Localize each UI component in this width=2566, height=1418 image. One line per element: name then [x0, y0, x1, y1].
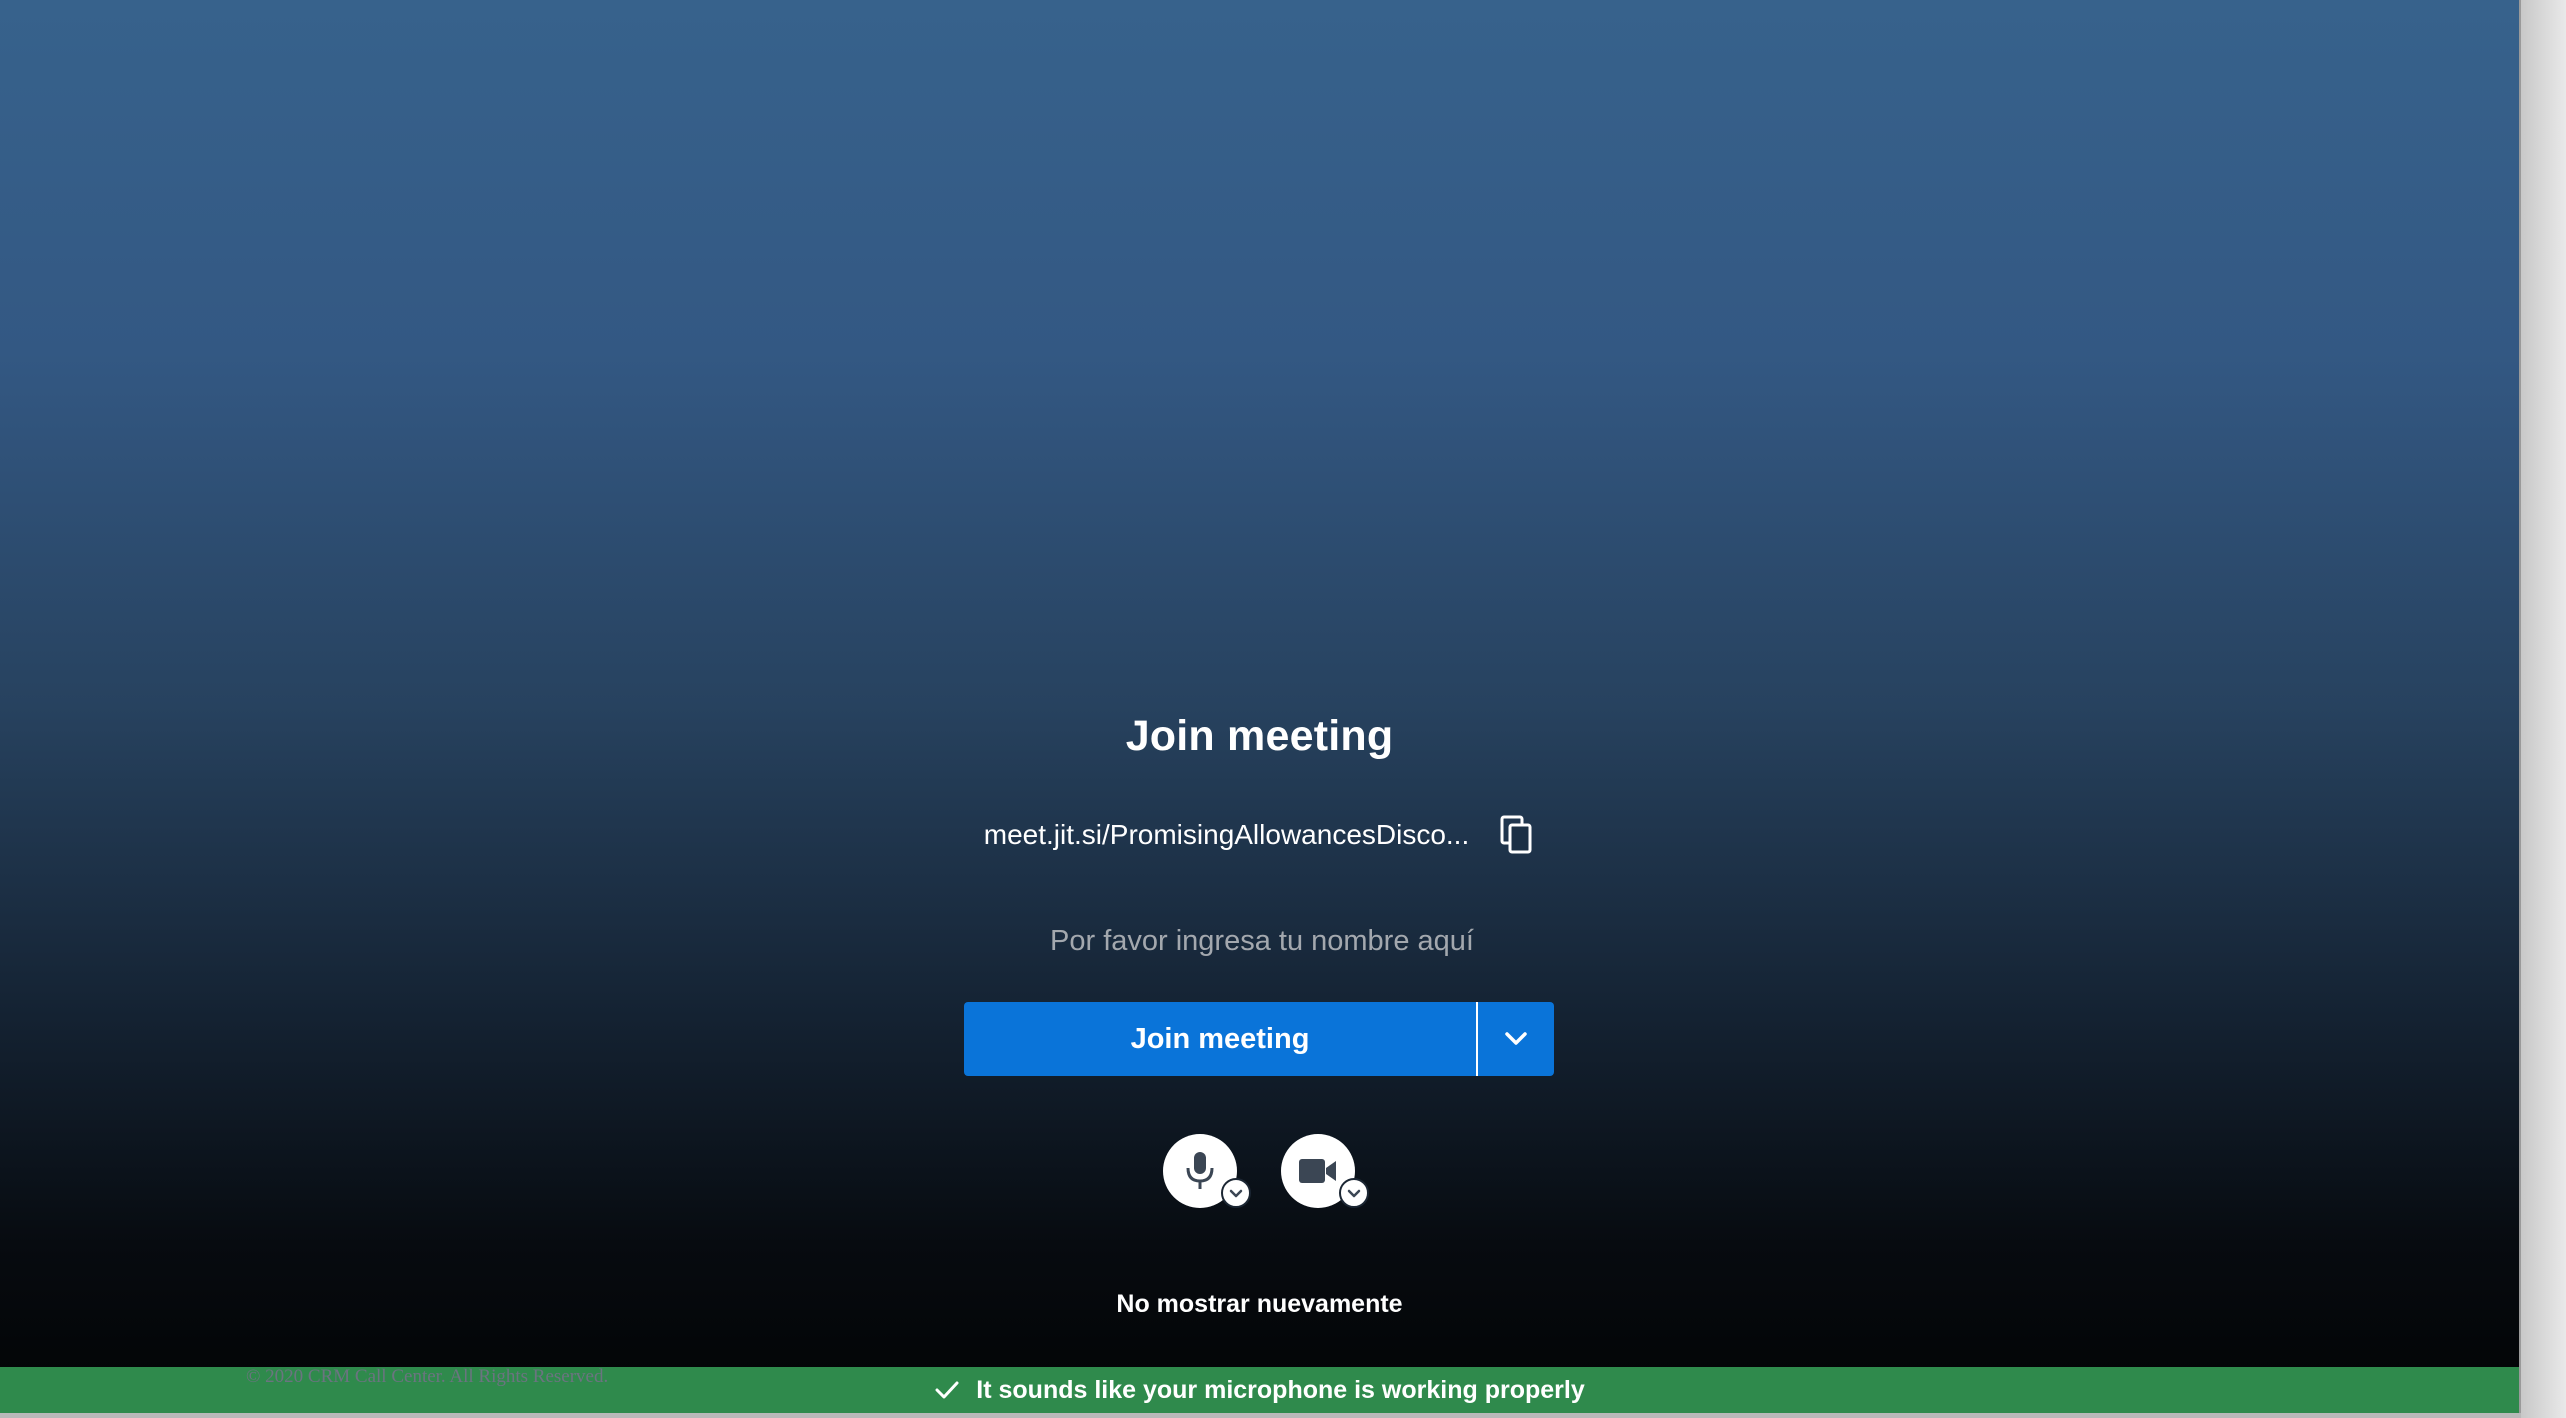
video-camera-icon — [1299, 1159, 1336, 1183]
copy-icon[interactable] — [1499, 815, 1535, 855]
chevron-down-icon — [1229, 1189, 1243, 1197]
prejoin-screen: Join meeting meet.jit.si/PromisingAllowa… — [0, 0, 2521, 1413]
chevron-down-icon — [1505, 1032, 1527, 1045]
microphone-settings-button[interactable] — [1221, 1178, 1251, 1208]
chevron-down-icon — [1347, 1189, 1361, 1197]
name-input[interactable] — [964, 910, 1560, 972]
page-title: Join meeting — [1125, 712, 1394, 760]
join-options-button[interactable] — [1478, 1002, 1554, 1076]
join-meeting-button[interactable]: Join meeting — [964, 1002, 1478, 1076]
meeting-url: meet.jit.si/PromisingAllowancesDisco... — [983, 819, 1470, 850]
microphone-icon — [1186, 1152, 1214, 1189]
notification-message: It sounds like your microphone is workin… — [976, 1375, 1585, 1404]
meeting-url-row: meet.jit.si/PromisingAllowancesDisco... — [0, 815, 2519, 855]
window-edge — [2521, 0, 2566, 1418]
checkmark-icon — [935, 1381, 959, 1399]
camera-settings-button[interactable] — [1339, 1178, 1369, 1208]
dont-show-again-link[interactable]: No mostrar nuevamente — [0, 1290, 2519, 1319]
copyright-text: © 2020 CRM Call Center. All Rights Reser… — [246, 1366, 609, 1387]
window-bottom-edge — [0, 1413, 2521, 1418]
join-button-group: Join meeting — [964, 1002, 1554, 1076]
